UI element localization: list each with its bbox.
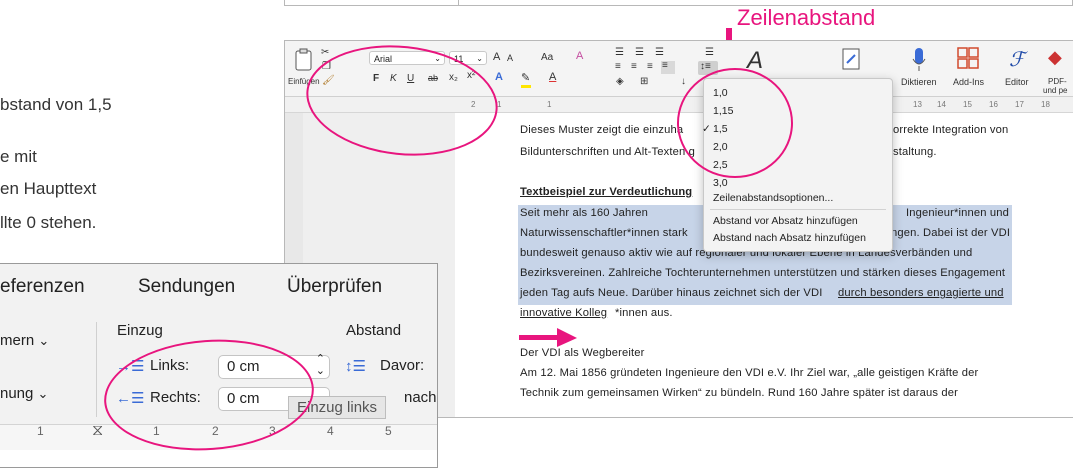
doc-line: *innen aus. (615, 307, 673, 319)
highlight-color-icon[interactable]: ✎ (521, 71, 530, 84)
space-before-icon: ↕☰ (345, 358, 366, 375)
indent-icon[interactable]: ☰ (705, 47, 714, 58)
ruler-tick: 15 (963, 100, 972, 109)
doc-line: Bezirksvereinen. Zahlreiche Tochterunter… (520, 267, 1006, 279)
group-divider (96, 322, 97, 417)
previous-window-divider (458, 0, 459, 6)
doc-line: Seit mehr als 160 Jahren (520, 207, 648, 219)
ruler-tick: 13 (913, 100, 922, 109)
doc-line: Dieses Muster zeigt die einzuha (520, 124, 684, 136)
font-color-icon[interactable]: A (549, 71, 556, 83)
cut-icon[interactable]: ✂ (321, 47, 329, 58)
tab-references[interactable]: eferenzen (0, 276, 85, 298)
doc-line: Bildunterschriften und Alt-Texten g (520, 146, 696, 158)
clear-formatting-icon[interactable]: A (576, 50, 583, 62)
previous-window-edge (284, 0, 1073, 6)
sort-icon[interactable]: ↓ (681, 76, 686, 87)
chevron-down-icon: ⌄ (37, 386, 49, 401)
styles-pane-icon[interactable] (841, 47, 861, 73)
doc-line: Am 12. Mai 1856 gründeten Ingenieure den… (520, 367, 979, 379)
line-spacing-annotation: Zeilenabstand (737, 5, 876, 30)
intro-line-4: llte 0 stehen. (0, 213, 97, 232)
ruler-tick: 16 (989, 100, 998, 109)
tab-review[interactable]: Überprüfen (287, 276, 382, 298)
shrink-font-button[interactable]: A (507, 53, 513, 63)
doc-line: Naturwissenschaftler*innen stark (520, 227, 688, 239)
doc-line: staltung. (893, 146, 937, 158)
doc-heading: Textbeispiel zur Verdeutlichung (520, 186, 693, 198)
line-spacing-highlight-oval (677, 68, 793, 178)
ordering-dropdown[interactable]: nung ⌄ (0, 385, 48, 402)
ruler-tick: 17 (1015, 100, 1024, 109)
line-spacing-icon: ↕≡ (700, 61, 711, 72)
doc-section-title: Der VDI als Wegbereiter (520, 347, 645, 359)
shading-icon[interactable]: ◈ (616, 76, 624, 87)
space-before-label: Davor: (380, 357, 425, 374)
doc-line: Ingenieur*innen und (906, 207, 1010, 219)
menu-separator (710, 209, 886, 210)
ruler-tick: 1 (547, 100, 552, 109)
numbering-icon[interactable]: ☰ (635, 47, 644, 58)
editor-icon[interactable]: ℱ (1009, 47, 1025, 72)
stepper-icon[interactable]: ⌃ ⌄ (316, 353, 325, 377)
doc-line: jeden Tag aufs Neue. Darüber hinaus zeic… (520, 287, 823, 299)
editor-label[interactable]: Editor (1005, 77, 1029, 87)
addins-label[interactable]: Add-Ins (953, 77, 984, 87)
numbering-dropdown[interactable]: mern ⌄ (0, 332, 49, 349)
doc-link[interactable]: innovative Kolleg (520, 307, 607, 319)
multilevel-list-icon[interactable]: ☰ (655, 47, 664, 58)
ruler-tick: 18 (1041, 100, 1050, 109)
document-strip (0, 450, 437, 467)
change-case-button[interactable]: Aa (541, 52, 553, 63)
dictate-label[interactable]: Diktieren (901, 77, 937, 87)
doc-line: orrekte Integration von (893, 124, 1009, 136)
bullets-icon[interactable]: ☰ (615, 47, 624, 58)
borders-icon[interactable]: ⊞ (640, 76, 648, 87)
ruler-tick: 5 (385, 424, 392, 438)
intro-line-1: bstand von 1,5 (0, 95, 112, 114)
doc-line: ngen. Dabei ist der VDI (891, 227, 1011, 239)
intro-line-3: en Haupttext (0, 179, 97, 198)
highlight-swatch (521, 85, 531, 88)
text-effects-icon[interactable]: A (495, 71, 503, 83)
intro-line-2: e mit (0, 147, 37, 166)
pink-arrow-right-icon (519, 328, 577, 347)
indent-marker-icon[interactable]: ⧖ (92, 422, 103, 440)
ruler-tick: 4 (327, 424, 334, 438)
tab-mailings[interactable]: Sendungen (138, 276, 235, 298)
ruler-tick: 14 (937, 100, 946, 109)
align-center-icon[interactable]: ≡ (631, 61, 637, 72)
indent-heading: Einzug (117, 322, 163, 339)
doc-link[interactable]: durch besonders engagierte und (838, 287, 1004, 299)
microphone-icon[interactable] (911, 47, 927, 73)
doc-line: Technik zum gemeinsamen Wirken“ zu bünde… (520, 387, 958, 399)
spacing-heading: Abstand (346, 322, 402, 339)
align-right-icon[interactable]: ≡ (647, 61, 653, 72)
ruler-tick: 1 (37, 424, 44, 438)
grow-font-button[interactable]: A (493, 51, 500, 63)
paste-icon[interactable] (293, 47, 315, 73)
pdf-label-1[interactable]: PDF- (1048, 77, 1067, 86)
align-left-icon[interactable]: ≡ (615, 61, 621, 72)
justify-icon: ≡ (662, 60, 668, 71)
chevron-down-icon: ⌄ (476, 54, 483, 63)
space-after-label: nach (404, 389, 437, 406)
addins-icon[interactable] (957, 47, 979, 69)
pdf-icon[interactable]: ◆ (1048, 47, 1062, 68)
pdf-label-2[interactable]: und pe (1043, 86, 1067, 95)
chevron-down-icon: ⌄ (38, 333, 50, 348)
